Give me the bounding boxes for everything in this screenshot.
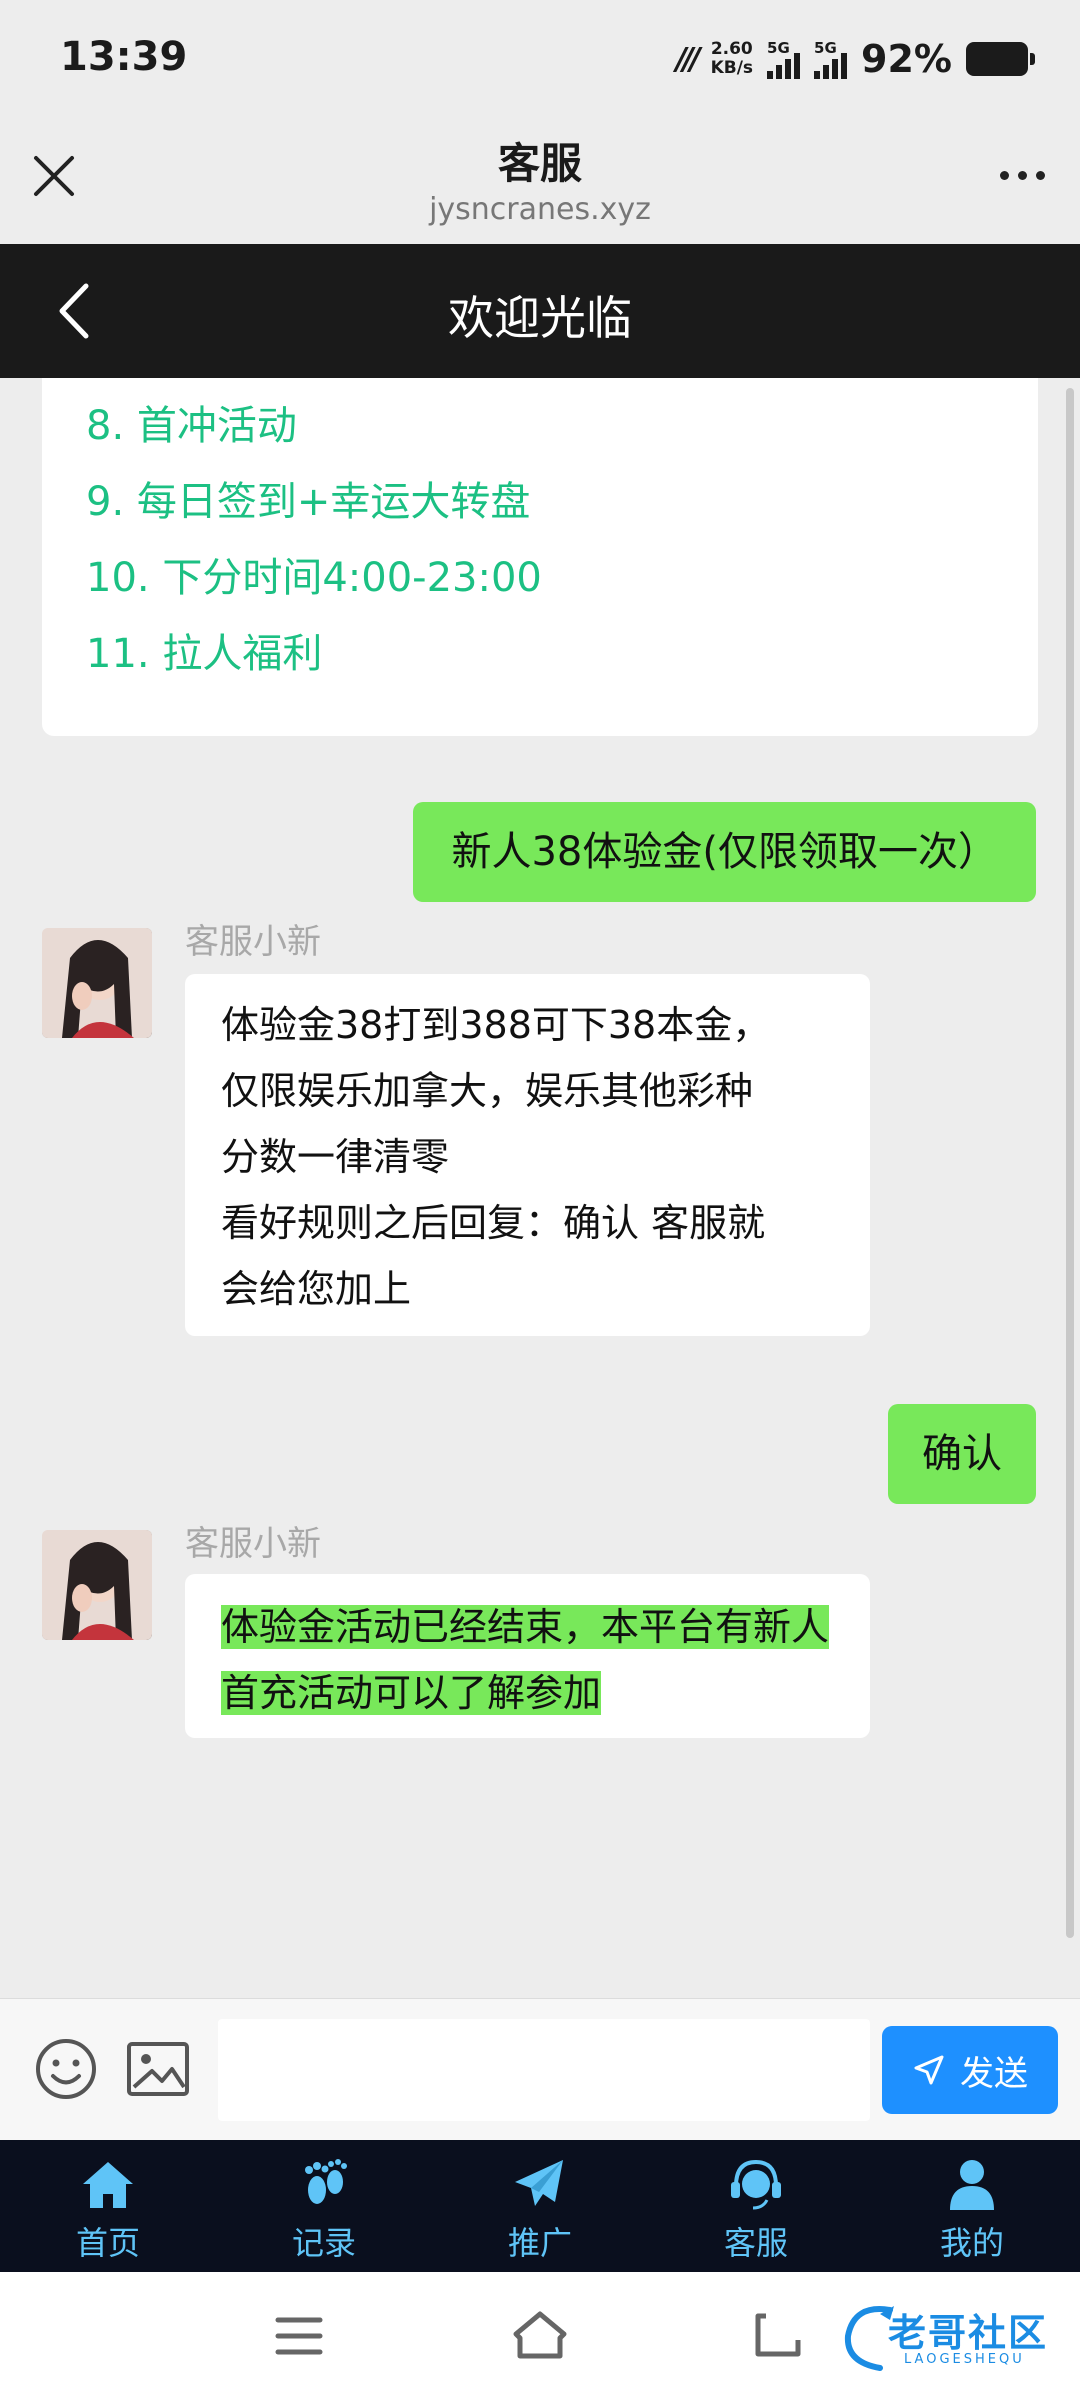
bottom-tab-bar: 首页 记录 推广 客服 我的 — [0, 2140, 1080, 2272]
user-message-bubble: 确认 — [888, 1404, 1036, 1504]
tab-label: 客服 — [723, 2224, 788, 2262]
app-nav-bar: 欢迎光临 — [0, 244, 1080, 378]
more-options-button[interactable] — [992, 160, 1052, 190]
highlighted-message-line: 首充活动可以了解参加 — [221, 1671, 602, 1715]
more-dot-icon — [999, 170, 1009, 180]
home-icon — [83, 2162, 133, 2208]
status-time: 13:39 — [60, 34, 188, 80]
battery-icon — [966, 42, 1035, 76]
back-arrow-icon — [755, 2313, 801, 2357]
system-back-button[interactable] — [752, 2310, 804, 2360]
menu-message-card: 8. 首冲活动 9. 每日签到+幸运大转盘 10. 下分时间4:00-23:00… — [42, 378, 1038, 736]
signal-icon-sim2: 5G — [814, 39, 848, 79]
home-outline-icon — [513, 2311, 567, 2359]
watermark-subtext: LAOGESHEQU — [904, 2352, 1025, 2367]
send-button[interactable]: 发送 — [882, 2026, 1058, 2114]
battery-percent: 92% — [861, 37, 952, 81]
menu-item[interactable]: 10. 下分时间4:00-23:00 — [86, 540, 1038, 616]
agent-avatar[interactable] — [42, 1530, 152, 1640]
message-line: 看好规则之后回复：确认 客服就 — [221, 1201, 766, 1245]
message-line: 会给您加上 — [221, 1267, 412, 1311]
more-dot-icon — [1035, 170, 1045, 180]
menu-item[interactable]: 9. 每日签到+幸运大转盘 — [86, 464, 1038, 540]
emoji-button[interactable] — [34, 2037, 98, 2101]
menu-item[interactable]: 8. 首冲活动 — [86, 388, 1038, 464]
emoji-icon — [36, 2039, 96, 2099]
menu-icon — [275, 2317, 323, 2355]
paper-plane-icon — [515, 2160, 563, 2206]
send-icon — [914, 2055, 944, 2085]
send-label: 发送 — [960, 2053, 1028, 2094]
browser-url: jysncranes.xyz — [429, 192, 651, 227]
menu-item[interactable]: 11. 拉人福利 — [86, 616, 1038, 692]
tab-service[interactable]: 客服 — [648, 2140, 864, 2272]
network-activity-icon: /// — [675, 41, 701, 77]
tab-label: 记录 — [291, 2224, 356, 2262]
headset-icon — [731, 2159, 781, 2210]
signal-icon-sim1: 5G — [767, 39, 801, 79]
network-speed: 2.60 KB/s — [711, 40, 753, 78]
agent-name: 客服小新 — [185, 922, 321, 962]
tab-home[interactable]: 首页 — [0, 2140, 216, 2272]
watermark-text: 老哥社区 — [888, 2311, 1049, 2355]
image-icon — [127, 2042, 189, 2096]
avatar-photo — [42, 928, 152, 1038]
chat-area[interactable]: 8. 首冲活动 9. 每日签到+幸运大转盘 10. 下分时间4:00-23:00… — [0, 378, 1080, 1998]
avatar-photo — [42, 1530, 152, 1640]
speed-value: 2.60 — [710, 39, 753, 59]
user-icon — [950, 2160, 994, 2210]
browser-title: 客服 — [497, 139, 582, 188]
recent-apps-button[interactable] — [274, 2314, 324, 2358]
system-nav-bar: 老哥社区 LAOGESHEQU — [0, 2272, 1080, 2400]
more-dot-icon — [1017, 170, 1027, 180]
message-line: 分数一律清零 — [221, 1135, 450, 1179]
tab-label: 首页 — [75, 2224, 140, 2262]
tab-label: 推广 — [507, 2224, 572, 2262]
status-bar: 13:39 /// 2.60 KB/s 5G 5G 92% — [0, 0, 1080, 120]
user-message-bubble: 新人38体验金(仅限领取一次） — [413, 802, 1036, 902]
agent-message-bubble: 体验金活动已经结束，本平台有新人 首充活动可以了解参加 — [185, 1574, 870, 1738]
sim2-label: 5G — [814, 39, 837, 57]
image-button[interactable] — [126, 2041, 190, 2097]
status-icons: /// 2.60 KB/s 5G 5G 92% — [675, 34, 1035, 84]
message-line: 仅限娱乐加拿大，娱乐其他彩种 — [221, 1069, 754, 1113]
footprint-icon — [305, 2159, 347, 2204]
message-input-bar: 发送 — [0, 1998, 1080, 2140]
page-title: 欢迎光临 — [448, 291, 632, 345]
message-input[interactable] — [218, 2019, 870, 2121]
chat-scrollbar[interactable] — [1066, 388, 1074, 1938]
speed-unit: KB/s — [710, 58, 754, 78]
tab-records[interactable]: 记录 — [216, 2140, 432, 2272]
tab-promote[interactable]: 推广 — [432, 2140, 648, 2272]
agent-avatar[interactable] — [42, 928, 152, 1038]
agent-message-bubble: 体验金38打到388可下38本金， 仅限娱乐加拿大，娱乐其他彩种 分数一律清零 … — [185, 974, 870, 1336]
browser-header: 客服 jysncranes.xyz — [0, 120, 1080, 244]
tab-mine[interactable]: 我的 — [864, 2140, 1080, 2272]
message-line: 体验金38打到388可下38本金， — [221, 1003, 771, 1047]
highlighted-message-line: 体验金活动已经结束，本平台有新人 — [221, 1605, 830, 1649]
agent-name: 客服小新 — [185, 1524, 321, 1564]
home-button[interactable] — [510, 2308, 570, 2362]
tab-label: 我的 — [939, 2224, 1004, 2262]
watermark-logo: 老哥社区 LAOGESHEQU — [840, 2300, 1068, 2376]
sim1-label: 5G — [767, 39, 790, 57]
